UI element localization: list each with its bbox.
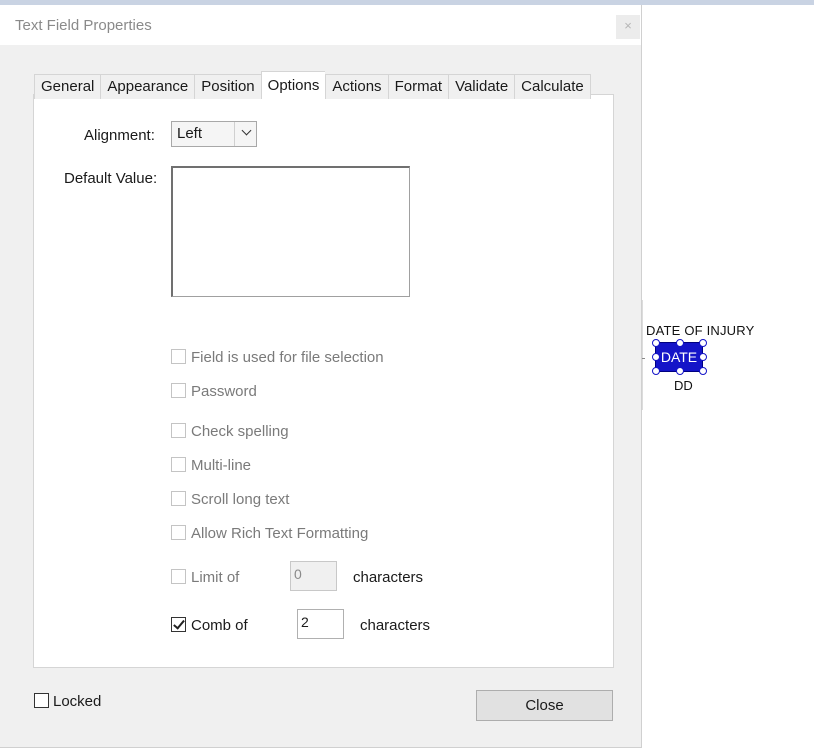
resize-handle-top-right[interactable] [699, 339, 707, 347]
multi-line-label: Multi-line [191, 457, 252, 474]
limit-of-label: Limit of [191, 569, 240, 586]
page-label-date-of-injury: DATE OF INJURY [646, 323, 755, 338]
locked-checkbox[interactable] [34, 693, 49, 708]
tab-actions[interactable]: Actions [325, 74, 388, 99]
limit-of-input[interactable]: 0 [290, 561, 337, 591]
resize-handle-top[interactable] [676, 339, 684, 347]
dialog-title: Text Field Properties [15, 17, 152, 34]
resize-handle-left[interactable] [652, 353, 660, 361]
scroll-long-text-checkbox[interactable] [171, 491, 186, 506]
tab-calculate[interactable]: Calculate [514, 74, 591, 99]
comb-of-checkbox[interactable] [171, 617, 186, 632]
tab-position[interactable]: Position [194, 74, 261, 99]
password-checkbox[interactable] [171, 383, 186, 398]
check-spelling-checkbox[interactable] [171, 423, 186, 438]
limit-of-checkbox[interactable] [171, 569, 186, 584]
select-divider [234, 122, 235, 146]
resize-handle-bottom[interactable] [676, 367, 684, 375]
limit-of-suffix: characters [353, 569, 424, 586]
form-field-name: DATE [660, 349, 698, 365]
dialog-titlebar[interactable]: Text Field Properties × [0, 5, 641, 45]
chevron-down-icon [241, 125, 252, 136]
multi-line-checkbox[interactable] [171, 457, 186, 472]
rich-text-label: Allow Rich Text Formatting [191, 525, 369, 542]
tab-appearance[interactable]: Appearance [100, 74, 195, 99]
resize-handle-bottom-left[interactable] [652, 367, 660, 375]
alignment-label: Alignment: [84, 127, 155, 144]
default-value-label: Default Value: [64, 170, 158, 187]
tab-validate[interactable]: Validate [448, 74, 515, 99]
comb-of-label: Comb of [191, 617, 248, 634]
text-field-properties-dialog: Text Field Properties × General Appearan… [0, 5, 642, 748]
alignment-select[interactable]: Left [171, 121, 257, 147]
close-icon[interactable]: × [616, 15, 640, 39]
scroll-long-text-label: Scroll long text [191, 491, 290, 508]
file-selection-label: Field is used for file selection [191, 349, 384, 366]
tab-bar: General Appearance Position Options Acti… [34, 71, 591, 99]
rich-text-checkbox[interactable] [171, 525, 186, 540]
resize-handle-right[interactable] [699, 353, 707, 361]
tab-options[interactable]: Options [260, 71, 326, 99]
file-selection-checkbox[interactable] [171, 349, 186, 364]
resize-handle-bottom-right[interactable] [699, 367, 707, 375]
tab-general[interactable]: General [34, 74, 101, 99]
page-label-dd: DD [674, 378, 693, 393]
alignment-value: Left [177, 125, 203, 142]
password-label: Password [191, 383, 257, 400]
default-value-textarea[interactable] [171, 166, 410, 297]
comb-of-suffix: characters [360, 617, 431, 634]
close-button[interactable]: Close [476, 690, 613, 721]
resize-handle-top-left[interactable] [652, 339, 660, 347]
check-spelling-label: Check spelling [191, 423, 289, 440]
locked-label: Locked [53, 693, 102, 710]
tab-format[interactable]: Format [387, 74, 449, 99]
comb-of-input[interactable]: 2 [297, 609, 344, 639]
